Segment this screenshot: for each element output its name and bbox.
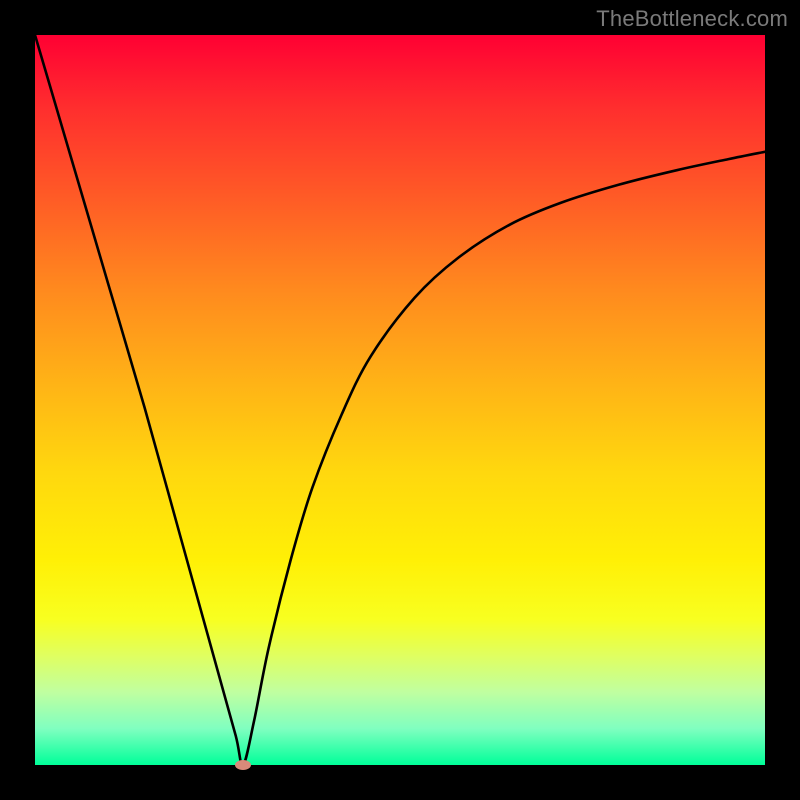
watermark-text: TheBottleneck.com bbox=[596, 6, 788, 32]
bottleneck-curve bbox=[35, 35, 765, 765]
chart-frame: TheBottleneck.com bbox=[0, 0, 800, 800]
optimum-marker bbox=[235, 760, 251, 770]
